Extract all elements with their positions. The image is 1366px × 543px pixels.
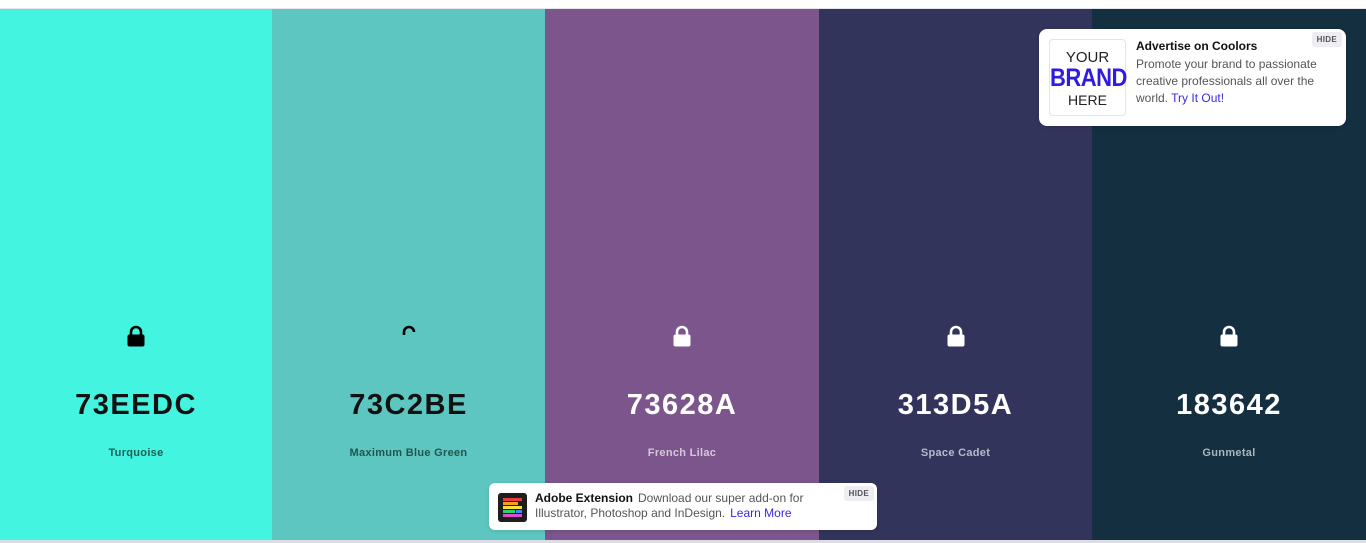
try-it-out-link[interactable]: Try It Out! — [1171, 91, 1224, 105]
ad-hide-button[interactable]: HIDE — [1311, 32, 1342, 47]
hex-code[interactable]: 73628A — [545, 389, 819, 422]
color-name: Space Cadet — [920, 447, 991, 459]
adobe-extension-banner[interactable]: Adobe Extension Download our super add-on… — [489, 483, 877, 530]
advertise-card[interactable]: YOUR BRAND HERE Advertise on Coolors Pro… — [1039, 29, 1346, 126]
color-name: French Lilac — [647, 447, 717, 459]
top-toolbar-edge — [0, 0, 1366, 9]
color-name: Gunmetal — [1202, 447, 1256, 459]
hex-code[interactable]: 313D5A — [819, 389, 1092, 422]
extension-title: Adobe Extension — [535, 491, 634, 505]
unlock-icon[interactable] — [399, 325, 419, 347]
hex-code[interactable]: 73C2BE — [272, 389, 545, 422]
extension-description: Adobe Extension Download our super add-on… — [535, 491, 804, 520]
extension-hide-button[interactable]: HIDE — [843, 486, 874, 501]
swatch-3[interactable]: 73628A French Lilac — [545, 9, 819, 540]
color-name: Maximum Blue Green — [349, 447, 468, 459]
lock-icon[interactable] — [126, 325, 146, 347]
brand-placeholder-logo: YOUR BRAND HERE — [1049, 39, 1127, 116]
ad-description: Promote your brand to passionate creativ… — [1136, 57, 1317, 105]
ad-title: Advertise on Coolors — [1136, 39, 1258, 53]
adobe-extension-icon — [498, 493, 527, 522]
color-name: Turquoise — [108, 447, 164, 459]
swatch-1[interactable]: 73EEDC Turquoise — [0, 9, 272, 540]
swatch-2[interactable]: 73C2BE Maximum Blue Green — [272, 9, 545, 540]
lock-icon[interactable] — [672, 325, 692, 347]
lock-icon[interactable] — [946, 325, 966, 347]
learn-more-link[interactable]: Learn More — [730, 506, 791, 520]
hex-code[interactable]: 73EEDC — [0, 389, 272, 422]
lock-icon[interactable] — [1219, 325, 1239, 347]
hex-code[interactable]: 183642 — [1092, 389, 1366, 422]
